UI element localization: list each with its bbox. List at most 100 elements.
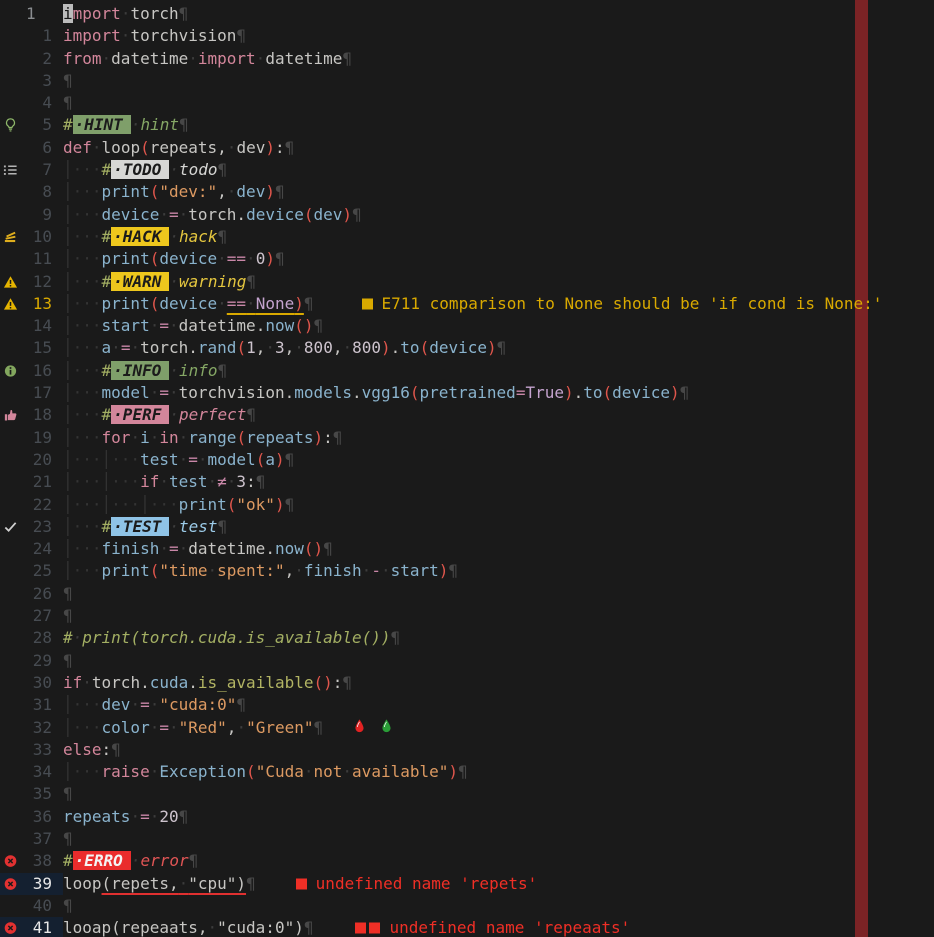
code-text[interactable]: ¶ bbox=[63, 605, 934, 627]
code-line[interactable]: 13│···print(device·==·None)¶E711 compari… bbox=[0, 293, 934, 315]
code-text[interactable]: ¶ bbox=[63, 895, 934, 917]
code-text[interactable]: │···finish·=·datetime.now()¶ bbox=[63, 538, 934, 560]
line-number: 9 bbox=[26, 204, 63, 226]
code-line[interactable]: 17│···model·=·torchvision.models.vgg16(p… bbox=[0, 382, 934, 404]
code-text[interactable]: │···#·WARN·warning¶ bbox=[63, 271, 934, 293]
code-line[interactable]: 24│···finish·=·datetime.now()¶ bbox=[0, 538, 934, 560]
code-line[interactable]: 11│···print(device·==·0)¶ bbox=[0, 248, 934, 270]
code-line[interactable]: 34│···raise·Exception("Cuda·not·availabl… bbox=[0, 761, 934, 783]
code-line[interactable]: 26¶ bbox=[0, 583, 934, 605]
code-text[interactable]: repeats·=·20¶ bbox=[63, 806, 934, 828]
code-text[interactable]: #·ERRO·error¶ bbox=[63, 850, 934, 872]
code-text[interactable]: │···│···│···print("ok")¶ bbox=[63, 494, 934, 516]
line-number: 21 bbox=[26, 471, 63, 493]
code-line[interactable]: 38#·ERRO·error¶ bbox=[0, 850, 934, 872]
code-text[interactable]: │···dev·=·"cuda:0"¶ bbox=[63, 694, 934, 716]
code-line[interactable]: 36repeats·=·20¶ bbox=[0, 806, 934, 828]
code-line[interactable]: 21│···│···if·test·≠·3:¶ bbox=[0, 471, 934, 493]
code-text[interactable]: │···│···if·test·≠·3:¶ bbox=[63, 471, 934, 493]
perf-sign-icon bbox=[0, 404, 26, 426]
code-line[interactable]: 8│···print("dev:",·dev)¶ bbox=[0, 181, 934, 203]
code-line[interactable]: 37¶ bbox=[0, 828, 934, 850]
code-line[interactable]: 14│···start·=·datetime.now()¶ bbox=[0, 315, 934, 337]
code-line[interactable]: 1import·torch¶ bbox=[0, 3, 934, 25]
code-text[interactable]: │···│···test·=·model(a)¶ bbox=[63, 449, 934, 471]
code-text[interactable]: │···#·INFO·info¶ bbox=[63, 360, 934, 382]
code-line[interactable]: 3¶ bbox=[0, 70, 934, 92]
code-line[interactable]: 40¶ bbox=[0, 895, 934, 917]
code-line[interactable]: 18│···#·PERF·perfect¶ bbox=[0, 404, 934, 426]
code-line[interactable]: 10│···#·HACK·hack¶ bbox=[0, 226, 934, 248]
line-number: 28 bbox=[26, 627, 63, 649]
code-text[interactable]: if·torch.cuda.is_available():¶ bbox=[63, 672, 934, 694]
code-text[interactable]: │···#·HACK·hack¶ bbox=[63, 226, 934, 248]
code-text[interactable]: def·loop(repeats,·dev):¶ bbox=[63, 137, 934, 159]
code-text[interactable]: ¶ bbox=[63, 783, 934, 805]
code-line[interactable]: 30if·torch.cuda.is_available():¶ bbox=[0, 672, 934, 694]
code-line[interactable]: 31│···dev·=·"cuda:0"¶ bbox=[0, 694, 934, 716]
code-text[interactable]: │···a·=·torch.rand(1,·3,·800,·800).to(de… bbox=[63, 337, 934, 359]
code-line[interactable]: 32│···color·=·"Red",·"Green"¶ bbox=[0, 717, 934, 739]
code-text[interactable]: loop(repets,·"cpu")¶undefined name 'repe… bbox=[63, 873, 934, 895]
code-text[interactable]: │···#·TEST·test¶ bbox=[63, 516, 934, 538]
code-text[interactable]: │···print("time·spent:",·finish·-·start)… bbox=[63, 560, 934, 582]
code-text[interactable]: ¶ bbox=[63, 583, 934, 605]
code-line[interactable]: 27¶ bbox=[0, 605, 934, 627]
code-text[interactable]: looap(repeaats,·"cuda:0")¶undefined name… bbox=[63, 917, 934, 937]
code-line[interactable]: 15│···a·=·torch.rand(1,·3,·800,·800).to(… bbox=[0, 337, 934, 359]
code-line[interactable]: 2from·datetime·import·datetime¶ bbox=[0, 48, 934, 70]
code-text[interactable]: │···#·PERF·perfect¶ bbox=[63, 404, 934, 426]
code-token: "ok" bbox=[236, 495, 275, 514]
code-text[interactable]: │···raise·Exception("Cuda·not·available"… bbox=[63, 761, 934, 783]
code-text[interactable]: #·HINT·hint¶ bbox=[63, 114, 934, 136]
code-text[interactable]: from·datetime·import·datetime¶ bbox=[63, 48, 934, 70]
code-text[interactable]: │···device·=·torch.device(dev)¶ bbox=[63, 204, 934, 226]
code-text[interactable]: ¶ bbox=[63, 92, 934, 114]
code-text[interactable]: │···print(device·==·None)¶E711 compariso… bbox=[63, 293, 934, 315]
code-line[interactable]: 33else:¶ bbox=[0, 739, 934, 761]
code-text[interactable]: │···color·=·"Red",·"Green"¶ bbox=[63, 717, 934, 739]
code-line[interactable]: 9│···device·=·torch.device(dev)¶ bbox=[0, 204, 934, 226]
code-text[interactable]: │···#·TODO·todo¶ bbox=[63, 159, 934, 181]
code-line[interactable]: 29¶ bbox=[0, 650, 934, 672]
code-line[interactable]: 22│···│···│···print("ok")¶ bbox=[0, 494, 934, 516]
code-token: ) bbox=[487, 338, 497, 357]
code-line[interactable]: 35¶ bbox=[0, 783, 934, 805]
code-token: # bbox=[102, 272, 112, 291]
code-text[interactable]: │···print("dev:",·dev)¶ bbox=[63, 181, 934, 203]
code-line[interactable]: 12│···#·WARN·warning¶ bbox=[0, 271, 934, 293]
todo-comment-badge-todo: ·TODO bbox=[111, 160, 169, 179]
code-line[interactable]: 4¶ bbox=[0, 92, 934, 114]
code-line[interactable]: 20│···│···test·=·model(a)¶ bbox=[0, 449, 934, 471]
code-text[interactable]: else:¶ bbox=[63, 739, 934, 761]
sign-column-cell bbox=[0, 895, 26, 917]
code-line[interactable]: 25│···print("time·spent:",·finish·-·star… bbox=[0, 560, 934, 582]
code-text[interactable]: │···model·=·torchvision.models.vgg16(pre… bbox=[63, 382, 934, 404]
code-text[interactable]: import·torch¶ bbox=[63, 3, 934, 25]
code-text[interactable]: │···for·i·in·range(repeats):¶ bbox=[63, 427, 934, 449]
code-token: ( bbox=[227, 495, 237, 514]
space-dot: · bbox=[246, 249, 256, 268]
info-sign-icon bbox=[0, 360, 26, 382]
code-line[interactable]: 28#·print(torch.cuda.is_available())¶ bbox=[0, 627, 934, 649]
code-line[interactable]: 41looap(repeaats,·"cuda:0")¶undefined na… bbox=[0, 917, 934, 937]
code-line[interactable]: 1import·torchvision¶ bbox=[0, 25, 934, 47]
code-text[interactable]: ¶ bbox=[63, 650, 934, 672]
code-token: "Green" bbox=[246, 718, 313, 737]
code-token: torch bbox=[140, 338, 188, 357]
code-token: │··· bbox=[63, 405, 102, 424]
code-line[interactable]: 19│···for·i·in·range(repeats):¶ bbox=[0, 427, 934, 449]
code-text[interactable]: │···print(device·==·0)¶ bbox=[63, 248, 934, 270]
code-line[interactable]: 7│···#·TODO·todo¶ bbox=[0, 159, 934, 181]
code-text[interactable]: ¶ bbox=[63, 828, 934, 850]
code-line[interactable]: 16│···#·INFO·info¶ bbox=[0, 360, 934, 382]
code-line[interactable]: 6def·loop(repeats,·dev):¶ bbox=[0, 137, 934, 159]
code-text[interactable]: import·torchvision¶ bbox=[63, 25, 934, 47]
code-line[interactable]: 39loop(repets,·"cpu")¶undefined name 're… bbox=[0, 873, 934, 895]
code-line[interactable]: 5#·HINT·hint¶ bbox=[0, 114, 934, 136]
code-lines-container[interactable]: 1import·torch¶1import·torchvision¶2from·… bbox=[0, 0, 934, 937]
code-text[interactable]: #·print(torch.cuda.is_available())¶ bbox=[63, 627, 934, 649]
code-text[interactable]: ¶ bbox=[63, 70, 934, 92]
code-line[interactable]: 23│···#·TEST·test¶ bbox=[0, 516, 934, 538]
code-text[interactable]: │···start·=·datetime.now()¶ bbox=[63, 315, 934, 337]
